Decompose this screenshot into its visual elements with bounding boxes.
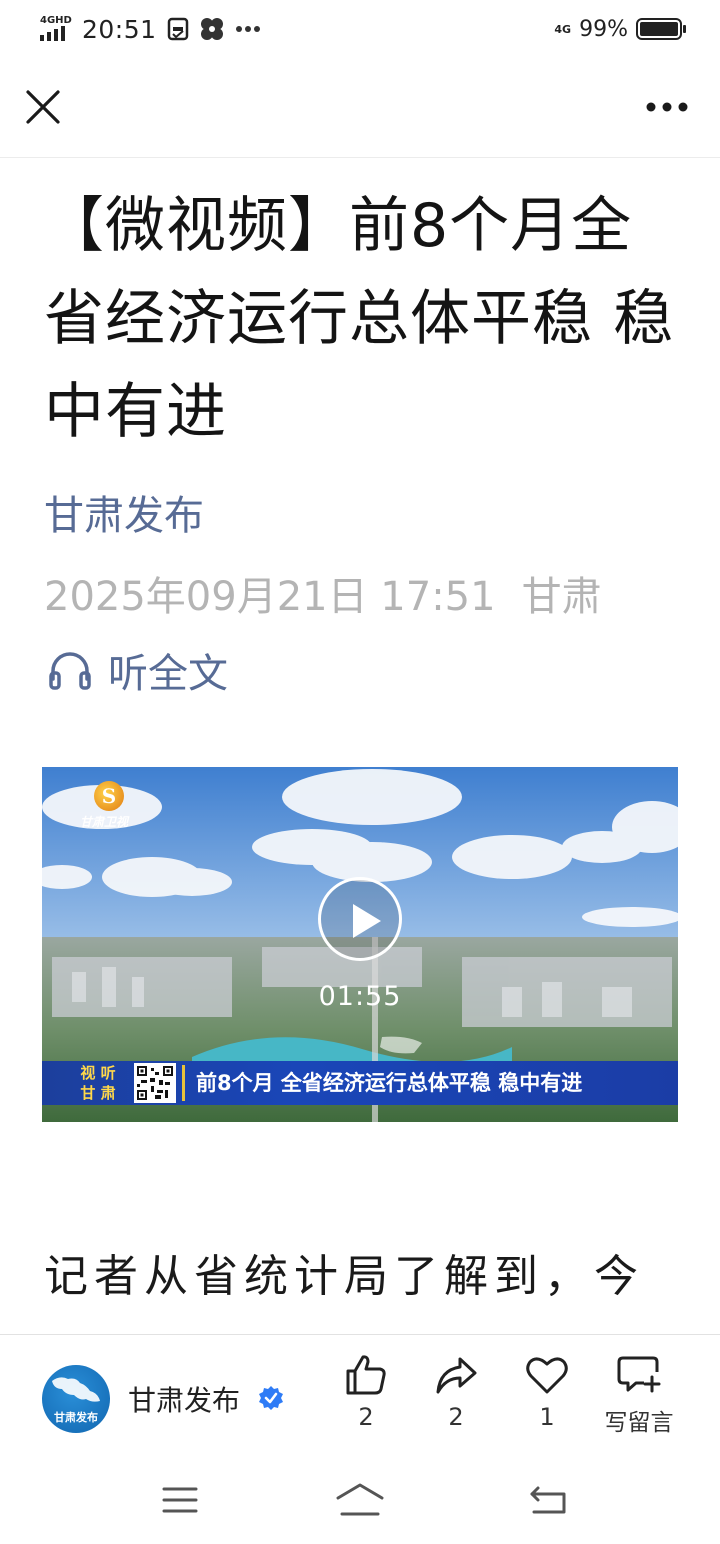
qr-code-icon <box>134 1063 176 1103</box>
author-link[interactable]: 甘肃发布 <box>44 483 204 541</box>
share-count: 2 <box>448 1403 464 1431</box>
publish-location: 甘肃 <box>521 574 602 620</box>
menu-icon <box>162 1487 198 1513</box>
banner-brand-line: 甘 肃 <box>80 1084 116 1102</box>
heart-icon <box>526 1357 568 1394</box>
sim-card-icon <box>167 17 188 41</box>
gansu-map-icon <box>52 1377 100 1402</box>
back-icon <box>530 1486 566 1514</box>
more-icon <box>646 102 688 112</box>
channel-logo-mark: S <box>94 781 124 811</box>
video-duration: 01:55 <box>318 981 402 1012</box>
article-body: 记者从省统计局了解到，今 <box>44 1251 644 1302</box>
publish-date: 2025年09月21日 17:51 <box>44 574 496 620</box>
listen-button[interactable]: 听全文 <box>48 644 228 697</box>
article-title: 【微视频】前8个月全省经济运行总体平稳 稳中有进 <box>44 191 675 447</box>
close-button[interactable] <box>22 86 64 128</box>
favorite-count: 1 <box>539 1403 555 1431</box>
channel-logo: S 甘肃卫视 <box>80 781 180 831</box>
recent-apps-button[interactable] <box>155 1480 205 1520</box>
cellular-signal-icon: 4GHD <box>40 14 72 44</box>
more-options-button[interactable] <box>644 89 690 125</box>
avatar-label: 甘肃发布 <box>54 1411 98 1424</box>
comment-add-icon <box>617 1356 661 1393</box>
video-banner: 视 听 甘 肃 前8个月 全省经济运行总体平稳 稳中有进 <box>42 1061 678 1105</box>
write-comment-button[interactable]: 写留言 <box>594 1353 684 1443</box>
system-nav-bar <box>0 1458 720 1544</box>
fan-app-icon <box>200 18 223 40</box>
like-count: 2 <box>358 1403 374 1431</box>
thumbs-up-icon <box>346 1355 386 1395</box>
verified-badge-icon <box>259 1386 283 1410</box>
listen-label: 听全文 <box>108 651 228 697</box>
top-nav <box>0 64 720 158</box>
status-right: 4G 99% <box>554 12 686 46</box>
article-meta: 2025年09月21日 17:51 甘肃 <box>44 564 602 622</box>
battery-icon <box>636 18 686 40</box>
favorite-button[interactable]: 1 <box>502 1353 592 1443</box>
play-icon <box>353 904 381 938</box>
account-name[interactable]: 甘肃发布 <box>128 1379 240 1419</box>
more-notifications-icon <box>235 26 260 32</box>
banner-divider <box>182 1065 185 1101</box>
close-icon <box>26 90 60 124</box>
clock: 20:51 <box>82 14 157 44</box>
status-bar: 4GHD 20:51 4G 99% <box>0 0 720 58</box>
banner-brand-line: 视 听 <box>80 1064 116 1082</box>
back-button[interactable] <box>524 1480 574 1520</box>
mobile-data-indicator: 4G <box>554 22 572 36</box>
play-button[interactable] <box>318 877 402 961</box>
home-button[interactable] <box>334 1480 384 1520</box>
banner-headline: 前8个月 全省经济运行总体平稳 稳中有进 <box>196 1071 583 1095</box>
like-button[interactable]: 2 <box>321 1353 411 1443</box>
status-left: 4GHD 20:51 <box>40 12 261 46</box>
network-type: 4GHD <box>40 15 72 26</box>
account-avatar[interactable]: 甘肃发布 <box>42 1365 110 1433</box>
share-button[interactable]: 2 <box>411 1353 501 1443</box>
banner-brand: 视 听 甘 肃 <box>68 1063 128 1103</box>
video-player[interactable]: S 甘肃卫视 01:55 视 听 甘 肃 前8个月 全省经济运行总体平稳 稳中有… <box>42 767 678 1122</box>
battery-percent: 99% <box>579 16 628 42</box>
home-icon <box>336 1483 384 1516</box>
bottom-action-bar: 甘肃发布 甘肃发布 2 2 1 写留言 <box>0 1334 720 1458</box>
battery-fill <box>640 22 678 36</box>
headphones-icon <box>49 652 91 690</box>
share-arrow-icon <box>436 1357 477 1394</box>
channel-name: 甘肃卫视 <box>80 815 129 829</box>
write-comment-label: 写留言 <box>604 1410 674 1436</box>
